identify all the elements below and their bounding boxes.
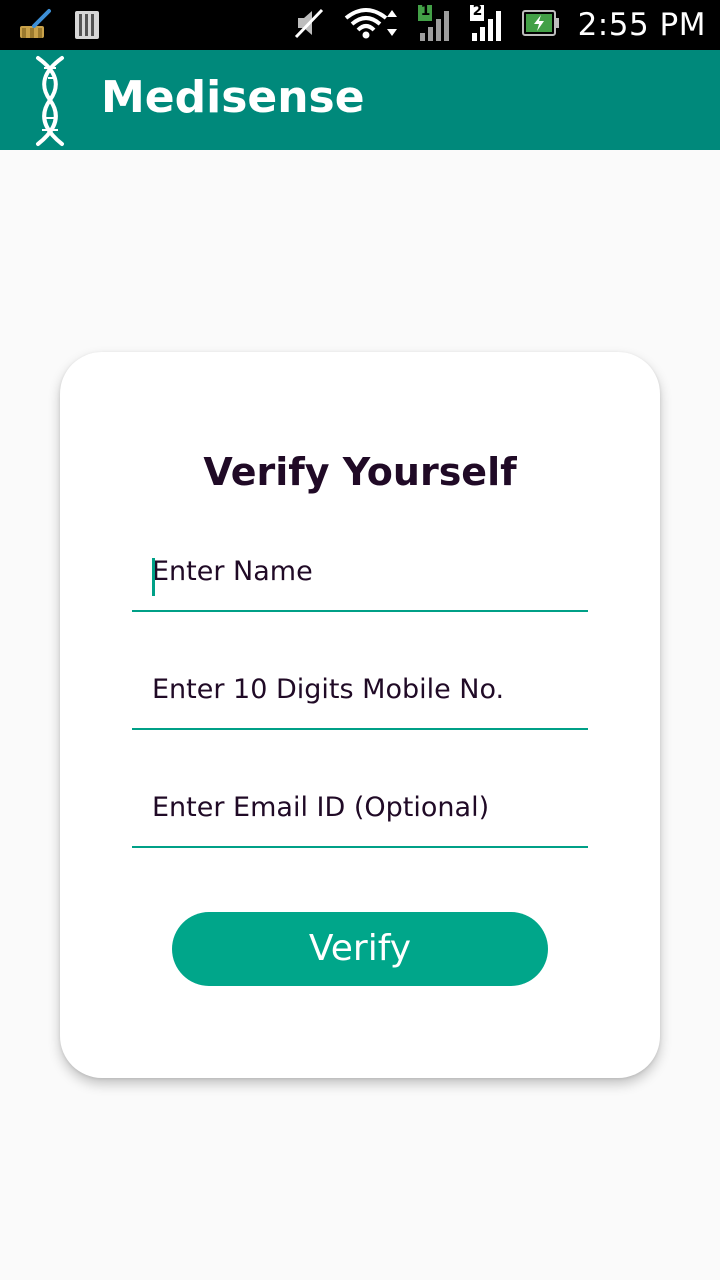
- status-right-icons: 1 2 2:55 PM: [292, 2, 706, 46]
- form-title: Verify Yourself: [203, 450, 517, 494]
- status-time: 2:55 PM: [577, 7, 706, 43]
- app-title: Medisense: [101, 72, 365, 123]
- email-placeholder: Enter Email ID (Optional): [152, 792, 490, 823]
- mobile-field[interactable]: Enter 10 Digits Mobile No.: [132, 664, 588, 730]
- name-field[interactable]: Enter Name: [132, 546, 588, 612]
- dna-icon: [26, 54, 74, 148]
- cleaner-broom-icon: [18, 8, 52, 47]
- signal-sim1-icon: 1: [417, 2, 452, 46]
- wifi-icon: [344, 6, 400, 45]
- text-cursor: [152, 558, 155, 596]
- sim2-label: 2: [472, 2, 483, 19]
- status-left-icons: [18, 8, 100, 47]
- verify-card: Verify Yourself Enter Name Enter 10 Digi…: [60, 352, 660, 1078]
- signal-sim2-icon: 2: [469, 2, 504, 46]
- app-bar: Medisense: [0, 50, 720, 150]
- sd-card-icon: [74, 10, 100, 45]
- mobile-placeholder: Enter 10 Digits Mobile No.: [152, 674, 505, 705]
- name-placeholder: Enter Name: [152, 556, 313, 587]
- muted-icon: [292, 6, 326, 45]
- sim1-label: 1: [420, 2, 431, 19]
- battery-charging-icon: [521, 9, 560, 42]
- verify-button[interactable]: Verify: [172, 912, 548, 986]
- email-field[interactable]: Enter Email ID (Optional): [132, 782, 588, 848]
- status-bar: 1 2 2:55 PM: [0, 0, 720, 50]
